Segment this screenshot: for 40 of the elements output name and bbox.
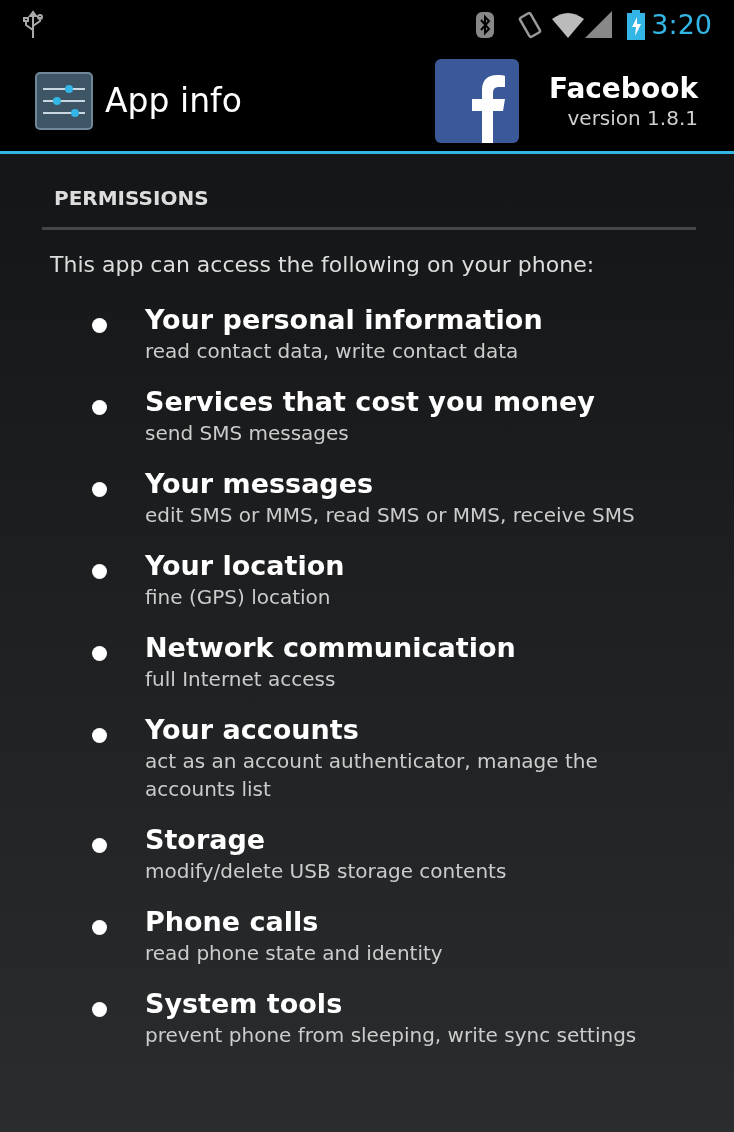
usb-icon (22, 10, 44, 40)
permission-detail: send SMS messages (145, 420, 350, 447)
bullet-icon (92, 400, 107, 415)
signal-icon (585, 11, 614, 39)
permission-detail: fine (GPS) location (145, 584, 332, 611)
bullet-icon (92, 646, 107, 661)
battery-icon (627, 10, 646, 40)
section-header: PERMISSIONS (53, 185, 210, 212)
screen-title: App info (105, 79, 242, 122)
app-name: Facebook (548, 70, 698, 106)
permission-title: Your accounts (145, 713, 360, 747)
permission-title: Phone calls (145, 905, 320, 939)
permission-title: Your location (145, 549, 345, 583)
permission-title: Your personal information (145, 303, 543, 337)
bluetooth-icon (475, 11, 496, 39)
permission-title: Storage (145, 823, 267, 857)
wifi-icon (551, 11, 586, 39)
bullet-icon (92, 728, 107, 743)
permission-title: Services that cost you money (145, 385, 595, 419)
bullet-icon (92, 482, 107, 497)
permission-detail: prevent phone from sleeping, write sync settings (145, 1022, 637, 1049)
app-icon (434, 58, 519, 143)
bullet-icon (92, 920, 107, 935)
permission-title: Your messages (145, 467, 375, 501)
permission-detail: act as an account authenticator, manage the accounts list (145, 748, 599, 803)
permission-detail: read phone state and identity (145, 940, 443, 967)
bullet-icon (92, 318, 107, 333)
permission-title: System tools (145, 987, 344, 1021)
intro-text: This app can access the following on your phone: (50, 251, 596, 279)
bullet-icon (92, 564, 107, 579)
permission-title: Network communication (145, 631, 516, 665)
status-time: 3:20 (651, 7, 712, 42)
bullet-icon (92, 838, 107, 853)
permission-detail: edit SMS or MMS, read SMS or MMS, receive SMS (145, 502, 635, 529)
bullet-icon (92, 1002, 107, 1017)
permission-detail: modify/delete USB storage contents (145, 858, 507, 885)
app-version: version 1.8.1 (567, 105, 698, 131)
settings-icon[interactable] (35, 71, 93, 130)
permission-detail: full Internet access (145, 666, 337, 693)
permission-detail: read contact data, write contact data (145, 338, 520, 365)
